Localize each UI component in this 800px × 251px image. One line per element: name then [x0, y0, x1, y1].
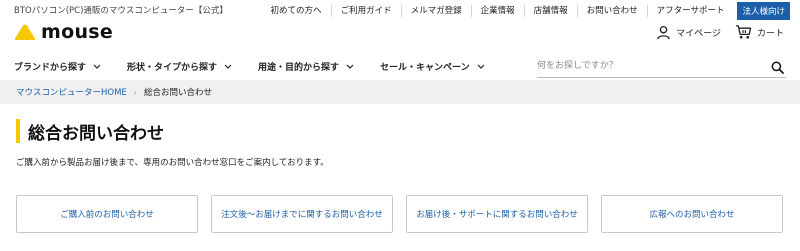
util-link-guide[interactable]: ご利用ガイド — [330, 5, 401, 17]
search-button[interactable] — [771, 59, 784, 78]
chevron-down-icon — [93, 64, 101, 69]
nav-sale[interactable]: セール・キャンペーン — [380, 60, 485, 73]
util-link-company[interactable]: 企業情報 — [470, 5, 524, 17]
chevron-down-icon — [346, 64, 354, 69]
page-title: 総合お問い合わせ — [28, 123, 164, 144]
page-title-block: 総合お問い合わせ — [16, 119, 164, 144]
yellow-triangle-logo-icon — [14, 24, 36, 40]
nav-brand-label: ブランドから探す — [14, 62, 87, 73]
site-tagline: BTOパソコン(PC)通販のマウスコンピューター【公式】 — [14, 6, 228, 16]
nav-brand[interactable]: ブランドから探す — [14, 60, 101, 73]
contact-card-after-delivery-support[interactable]: お届け後・サポートに関するお問い合わせ — [406, 195, 588, 233]
util-link-after-support[interactable]: アフターサポート — [646, 5, 734, 17]
title-accent-bar — [16, 119, 20, 143]
user-links: マイページ カート — [642, 24, 784, 40]
contact-card-press[interactable]: 広報へのお問い合わせ — [601, 195, 783, 233]
nav-purpose[interactable]: 用途・目的から探す — [258, 60, 354, 73]
chevron-down-icon — [224, 64, 232, 69]
corporate-button[interactable]: 法人様向け — [737, 2, 790, 20]
nav-purpose-label: 用途・目的から探す — [258, 62, 340, 73]
util-link-beginners[interactable]: 初めての方へ — [262, 5, 331, 17]
main-nav: ブランドから探す 形状・タイプから探す 用途・目的から探す セール・キャンペーン — [14, 56, 511, 76]
nav-shape-type[interactable]: 形状・タイプから探す — [127, 60, 232, 73]
cart-label: カート — [756, 28, 784, 39]
chevron-down-icon — [477, 64, 485, 69]
utility-nav: 初めての方へ ご利用ガイド メルマガ登録 企業情報 店舗情報 お問い合わせ アフ… — [262, 0, 790, 22]
site-logo[interactable]: mouse — [14, 20, 113, 44]
nav-sale-label: セール・キャンペーン — [380, 62, 470, 73]
mypage-link[interactable]: マイページ — [656, 25, 721, 40]
util-link-newsletter[interactable]: メルマガ登録 — [400, 5, 471, 17]
contact-card-list: ご購入前のお問い合わせ 注文後〜お届けまでに関するお問い合わせ お届け後・サポー… — [16, 195, 783, 233]
search-icon — [771, 61, 784, 74]
user-icon — [657, 25, 670, 39]
breadcrumb-home-link[interactable]: マウスコンピューターHOME — [16, 86, 127, 98]
intro-text: ご購入前から製品お届け後まで、専用のお問い合わせ窓口をご案内しております。 — [16, 158, 329, 168]
cart-link[interactable]: カート — [735, 24, 784, 40]
breadcrumb: マウスコンピューターHOME › 総合お問い合わせ — [0, 80, 800, 104]
contact-card-order-to-delivery[interactable]: 注文後〜お届けまでに関するお問い合わせ — [211, 195, 393, 233]
logo-wordmark: mouse — [41, 21, 114, 43]
nav-shape-type-label: 形状・タイプから探す — [127, 62, 218, 73]
search-box — [537, 54, 786, 78]
util-link-contact[interactable]: お問い合わせ — [576, 5, 647, 17]
mypage-label: マイページ — [676, 28, 721, 39]
search-input[interactable] — [537, 56, 757, 76]
breadcrumb-separator: › — [133, 87, 137, 97]
cart-icon — [735, 25, 752, 39]
util-link-stores[interactable]: 店舗情報 — [523, 5, 577, 17]
breadcrumb-current: 総合お問い合わせ — [144, 88, 213, 98]
contact-card-pre-purchase[interactable]: ご購入前のお問い合わせ — [16, 195, 198, 233]
